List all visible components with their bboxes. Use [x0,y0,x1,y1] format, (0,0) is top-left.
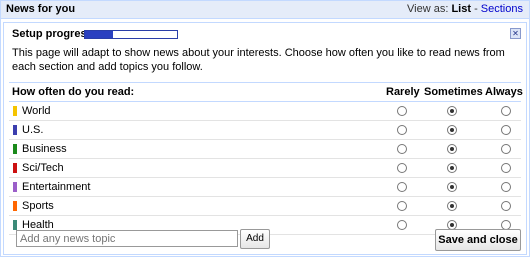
table-row: World [9,102,521,121]
view-as-label: View as: [407,3,449,15]
column-sometimes: Sometimes [424,86,483,98]
section-name: Business [22,143,67,155]
frequency-table: How often do you read: Rarely Sometimes … [9,82,523,235]
radio-sometimes[interactable] [447,125,457,135]
section-name: Sci/Tech [22,162,64,174]
radio-rarely[interactable] [397,182,407,192]
table-row: U.S. [9,121,521,140]
section-color-swatch [13,106,17,116]
radio-always[interactable] [501,125,511,135]
radio-always[interactable] [501,144,511,154]
section-color-swatch [13,201,17,211]
view-as-switcher: View as: List - Sections [407,3,523,15]
radio-sometimes[interactable] [447,144,457,154]
news-for-you-panel: News for you View as: List - Sections Se… [0,0,530,257]
setup-progress-fill [85,31,113,38]
table-row: Sports [9,197,521,216]
table-row: Sci/Tech [9,159,521,178]
radio-rarely[interactable] [397,106,407,116]
radio-always[interactable] [501,182,511,192]
section-name: Sports [22,200,54,212]
section-color-swatch [13,125,17,135]
panel-header: News for you View as: List - Sections [1,1,529,19]
view-separator: - [474,3,478,15]
section-color-swatch [13,182,17,192]
radio-rarely[interactable] [397,201,407,211]
section-color-swatch [13,220,17,230]
column-rarely: Rarely [386,86,420,98]
radio-sometimes[interactable] [447,163,457,173]
radio-rarely[interactable] [397,220,407,230]
frequency-question: How often do you read: [12,86,135,98]
radio-rarely[interactable] [397,125,407,135]
view-sections-link[interactable]: Sections [481,3,523,15]
section-name: U.S. [22,124,44,136]
radio-always[interactable] [501,163,511,173]
table-header-row: How often do you read: Rarely Sometimes … [9,83,523,102]
setup-box: Setup progress: ✕ This page will adapt t… [3,22,527,255]
radio-rarely[interactable] [397,144,407,154]
table-row: Business [9,140,521,159]
table-row: Entertainment [9,178,521,197]
radio-sometimes[interactable] [447,106,457,116]
setup-progress-bar [84,30,178,39]
radio-always[interactable] [501,201,511,211]
close-icon[interactable]: ✕ [510,28,521,39]
radio-sometimes[interactable] [447,182,457,192]
section-name: Entertainment [22,181,91,193]
radio-sometimes[interactable] [447,201,457,211]
column-always: Always [485,86,523,98]
section-name: World [22,105,51,117]
add-topic-button[interactable]: Add [240,229,270,249]
view-list-current: List [451,3,471,15]
radio-rarely[interactable] [397,163,407,173]
section-color-swatch [13,144,17,154]
add-topic-input[interactable] [16,230,238,247]
section-color-swatch [13,163,17,173]
panel-title: News for you [6,3,76,15]
save-and-close-button[interactable]: Save and close [435,229,521,251]
radio-always[interactable] [501,106,511,116]
setup-description: This page will adapt to show news about … [12,47,505,73]
